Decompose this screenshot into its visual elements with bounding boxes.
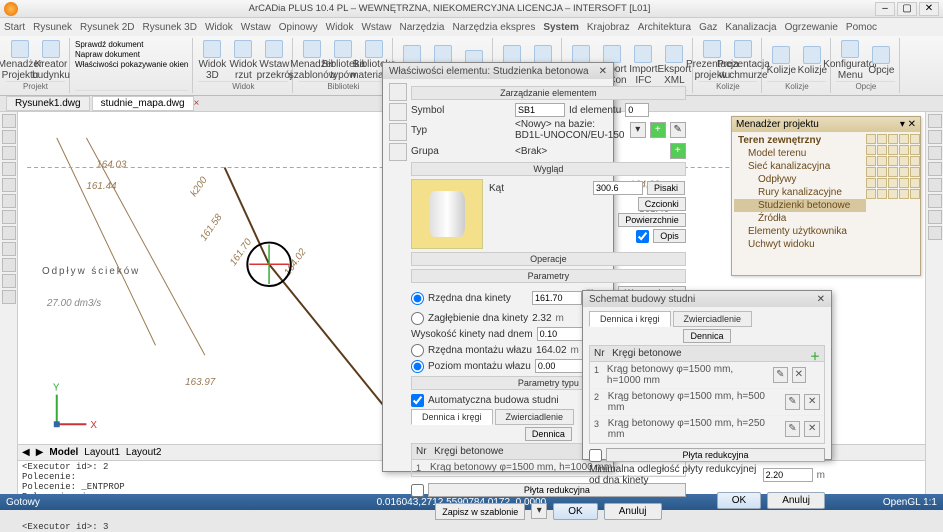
type-dropdown-icon[interactable]: ▾ [630, 122, 646, 138]
tab-draw2d[interactable]: Rysunek 2D [80, 22, 134, 33]
project-manager-panel[interactable]: Menadżer projektu▾ ✕ Teren zewnętrzny Mo… [731, 116, 921, 276]
svg-text:Y: Y [53, 383, 60, 394]
doc-tab-2[interactable]: studnie_mapa.dwg [92, 96, 194, 111]
title-bar: ArCADia PLUS 10.4 PL – WEWNĘTRZNA, NIEKO… [0, 0, 943, 18]
svg-text:27.00 dm3/s: 27.00 dm3/s [46, 298, 101, 309]
app-title: ArCADia PLUS 10.4 PL – WEWNĘTRZNA, NIEKO… [24, 3, 875, 14]
tab-close-icon[interactable]: × [194, 98, 200, 109]
svg-text:161.44: 161.44 [86, 181, 117, 192]
add-icon[interactable]: + [650, 122, 666, 138]
svg-text:k200: k200 [188, 175, 210, 199]
tool-icon[interactable] [2, 114, 16, 128]
doc-tab-1[interactable]: Rysunek1.dwg [6, 96, 90, 111]
minimize-button[interactable]: – [875, 2, 895, 16]
well-scheme-dialog: Schemat budowy studni✕ Dennica i kręgiZw… [582, 290, 832, 460]
preview-thumb [411, 179, 483, 249]
status-right: OpenGL 1:1 [883, 497, 937, 508]
tree-root[interactable]: Teren zewnętrzny [734, 134, 866, 147]
svg-text:X: X [90, 420, 97, 431]
cancel-button-2[interactable]: Anuluj [767, 492, 825, 509]
svg-text:163.97: 163.97 [185, 377, 216, 388]
maximize-button[interactable]: ▢ [897, 2, 917, 16]
tab-system[interactable]: System [543, 22, 579, 33]
ribbon-tabs: Start Rysunek Rysunek 2D Rysunek 3D Wido… [0, 18, 943, 36]
layout1-tab[interactable]: Layout1 [84, 447, 120, 458]
element-properties-dialog: Właściwości elementu: Studzienka betonow… [382, 62, 614, 472]
right-toolbar [925, 112, 943, 494]
svg-text:161.58: 161.58 [198, 212, 225, 243]
save-template-button[interactable]: Zapisz w szablonie [435, 503, 525, 520]
project-manager-button[interactable]: Menadżer Projektu [6, 40, 34, 81]
app-logo [4, 2, 18, 16]
ok-button-2[interactable]: OK [717, 492, 761, 509]
tab-draw3d[interactable]: Rysunek 3D [143, 22, 197, 33]
tree-selected[interactable]: Studzienki betonowe [734, 199, 866, 212]
tab-start[interactable]: Start [4, 22, 25, 33]
model-tab[interactable]: Model [49, 447, 78, 458]
side-icon[interactable] [389, 83, 407, 101]
dialog2-close-icon[interactable]: ✕ [817, 294, 825, 305]
panel-close-icon[interactable]: ▾ ✕ [900, 119, 916, 130]
svg-text:Odpływ ścieków: Odpływ ścieków [42, 266, 140, 277]
status-text: Gotowy [6, 497, 40, 508]
tab-draw[interactable]: Rysunek [33, 22, 72, 33]
symbol-input[interactable] [515, 103, 565, 117]
close-button[interactable]: ✕ [919, 2, 939, 16]
layout2-tab[interactable]: Layout2 [126, 447, 162, 458]
dialog-close-icon[interactable]: ✕ [599, 66, 607, 77]
left-toolbar [0, 112, 18, 494]
